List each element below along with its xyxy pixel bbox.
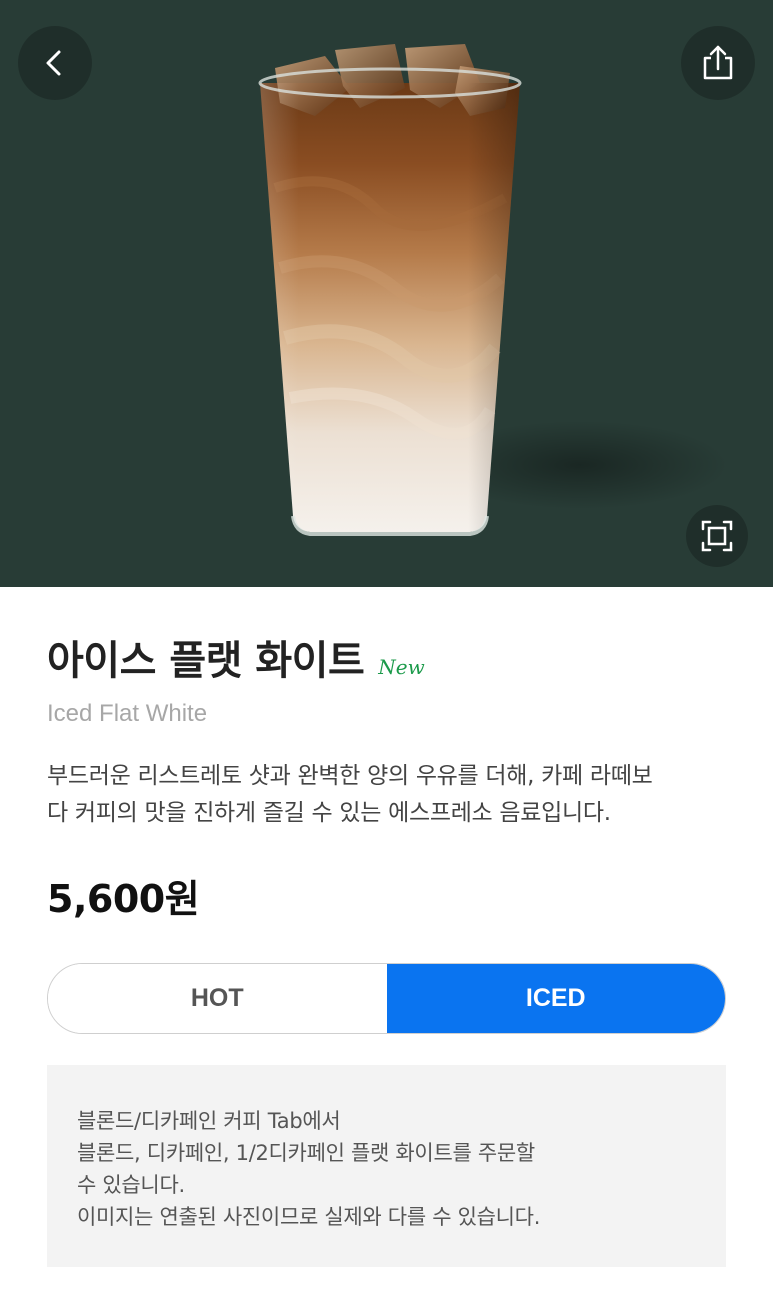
product-hero-image	[0, 0, 773, 587]
iced-flat-white-image	[258, 44, 522, 536]
product-english-name: Iced Flat White	[47, 700, 208, 727]
product-description: 부드러운 리스트레토 샷과 완벽한 양의 우유를 더해, 카페 라떼보 다 커피…	[47, 763, 653, 826]
iced-option[interactable]: ICED	[386, 964, 725, 1033]
notice-box: 블론드/디카페인 커피 Tab에서 블론드, 디카페인, 1/2디카페인 플랫 …	[47, 1065, 726, 1267]
share-button[interactable]	[681, 26, 755, 100]
hot-option[interactable]: HOT	[48, 964, 387, 1033]
notice-line: 이미지는 연출된 사진이므로 실제와 다를 수 있습니다.	[77, 1205, 541, 1229]
notice-line: 블론드, 디카페인, 1/2디카페인 플랫 화이트를 주문할	[77, 1141, 535, 1165]
expand-icon	[701, 520, 733, 552]
expand-image-button[interactable]	[686, 505, 748, 567]
back-button[interactable]	[18, 26, 92, 100]
chevron-left-icon	[46, 50, 61, 76]
temperature-toggle: HOT ICED	[47, 963, 726, 1034]
notice-line: 수 있습니다.	[77, 1173, 185, 1197]
share-icon	[703, 45, 733, 80]
product-price: 5,600원	[47, 877, 200, 921]
product-name: 아이스 플랫 화이트	[47, 638, 365, 684]
notice-line: 블론드/디카페인 커피 Tab에서	[77, 1109, 341, 1133]
new-badge: New	[378, 655, 425, 679]
product-title-row: 아이스 플랫 화이트 New	[47, 628, 425, 686]
